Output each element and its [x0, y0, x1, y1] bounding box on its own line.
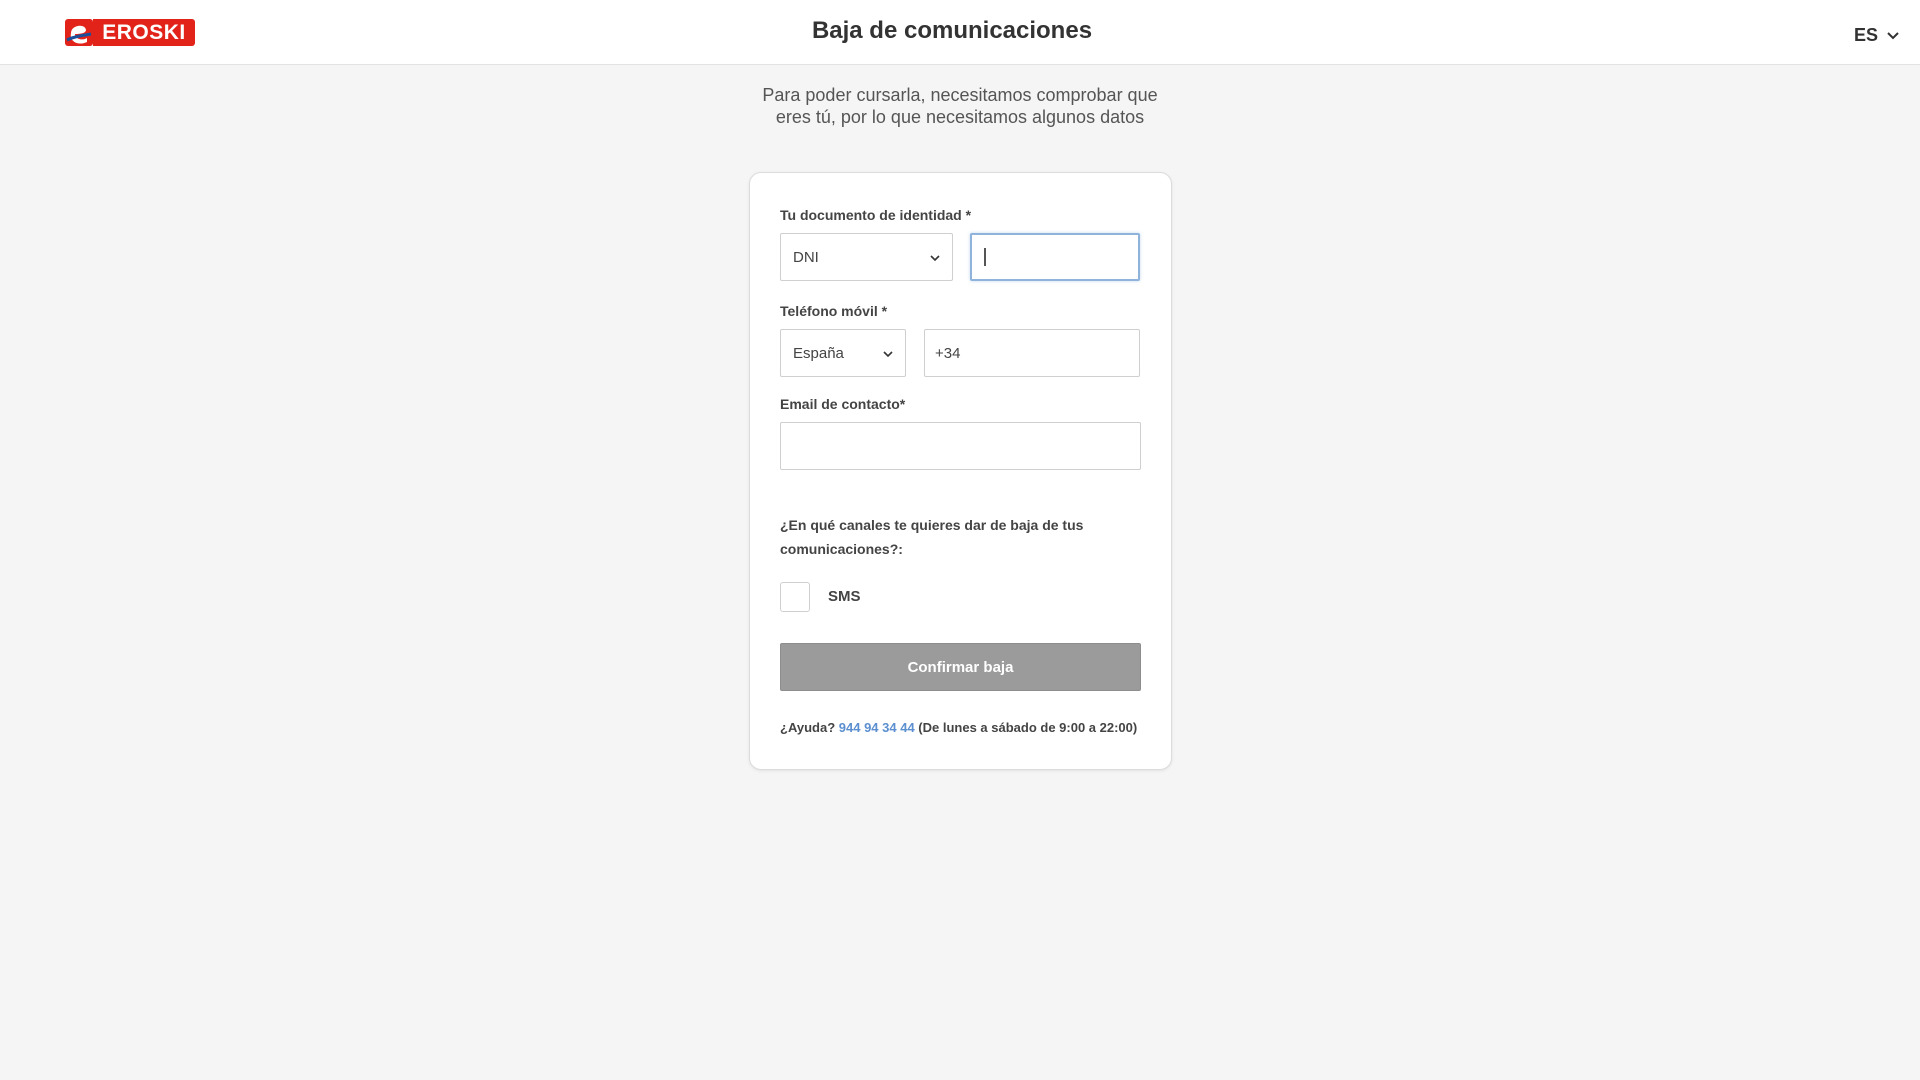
intro-text: Para poder cursarla, necesitamos comprob…: [762, 85, 1158, 127]
sms-checkbox[interactable]: [780, 582, 810, 612]
email-input[interactable]: [780, 422, 1141, 470]
document-type-value: DNI: [793, 248, 819, 266]
header: EROSKI Baja de comunicaciones ES: [0, 0, 1920, 65]
unsubscribe-form-card: Tu documento de identidad * DNI Teléfono…: [749, 172, 1172, 770]
phone-country-select[interactable]: España: [780, 329, 906, 377]
help-prefix: ¿Ayuda?: [780, 720, 836, 735]
help-phone-link[interactable]: 944 94 34 44: [839, 720, 915, 735]
document-number-input[interactable]: [970, 233, 1140, 281]
chevron-down-icon: [883, 345, 893, 362]
document-label: Tu documento de identidad *: [780, 207, 972, 223]
language-selector[interactable]: ES: [1854, 24, 1900, 46]
phone-label: Teléfono móvil *: [780, 303, 888, 319]
sms-checkbox-label: SMS: [828, 588, 861, 605]
help-hours: (De lunes a sábado de 9:00 a 22:00): [918, 720, 1138, 735]
text-cursor: [984, 248, 986, 266]
document-type-select[interactable]: DNI: [780, 233, 953, 281]
confirm-unsubscribe-button[interactable]: Confirmar baja: [780, 643, 1141, 691]
help-text: ¿Ayuda? 944 94 34 44 (De lunes a sábado …: [780, 720, 1137, 735]
chevron-down-icon: [930, 249, 940, 266]
page-title: Baja de comunicaciones: [811, 17, 1093, 44]
channels-question: ¿En qué canales te quieres dar de baja d…: [780, 517, 1084, 557]
language-label: ES: [1853, 24, 1878, 45]
email-label: Email de contacto*: [780, 396, 906, 412]
phone-number-input[interactable]: +34: [924, 329, 1140, 377]
chevron-down-icon: [1886, 25, 1900, 46]
phone-prefix-value: +34: [935, 344, 961, 362]
phone-country-value: España: [793, 344, 844, 362]
